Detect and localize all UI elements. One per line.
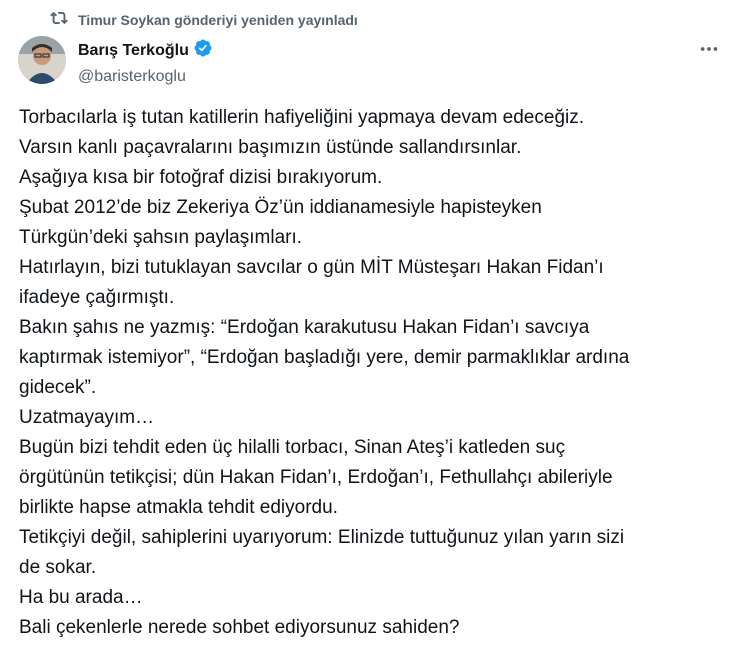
tweet-text-line: Bakın şahıs ne yazmış: “Erdoğan karakutu…	[19, 317, 590, 338]
author-handle[interactable]: @baristerkoglu	[78, 68, 213, 86]
tweet-text-line: ifadeye çağırmıştı.	[19, 287, 175, 308]
tweet-text-line: birlikte hapse atmakla tehdit ediyordu.	[19, 497, 338, 518]
verified-badge-icon[interactable]	[193, 38, 213, 63]
tweet-text-line: Ha bu arada…	[19, 587, 143, 608]
tweet-text-line: Varsın kanlı paçavralarını başımızın üst…	[19, 137, 522, 158]
tweet-text-line: Bugün bizi tehdit eden üç hilalli torbac…	[19, 437, 566, 458]
tweet-text-line: de sokar.	[19, 557, 97, 578]
tweet-text-line: Tetikçiyi değil, sahiplerini uyarıyorum:…	[19, 527, 625, 548]
tweet-text-line: örgütünün tetikçisi; dün Hakan Fidan’ı, …	[19, 467, 613, 488]
tweet-text-line: Bali çekenlerle nerede sohbet ediyorsunu…	[19, 617, 460, 638]
author-info: Barış Terkoğlu @baristerkoglu	[78, 38, 213, 86]
tweet-text-line: Türkgün’deki şahsın paylaşımları.	[19, 227, 303, 248]
tweet-text-line: Uzatmayayım…	[19, 407, 155, 428]
tweet-text-line: kaptırmak istemiyor”, “Erdoğan başladığı…	[19, 347, 630, 368]
tweet-text: Torbacılarla iş tutan katillerin hafiyel…	[19, 103, 723, 643]
more-options-button[interactable]	[695, 38, 723, 60]
repost-text: Timur Soykan gönderiyi yeniden yayınladı	[78, 11, 358, 28]
tweet[interactable]: Timur Soykan gönderiyi yeniden yayınladı…	[0, 0, 737, 648]
repost-icon	[50, 9, 68, 30]
tweet-text-line: Hatırlayın, bizi tutuklayan savcılar o g…	[19, 257, 604, 278]
more-icon	[700, 47, 718, 51]
tweet-text-line: Şubat 2012’de biz Zekeriya Öz’ün iddiana…	[19, 197, 542, 218]
tweet-text-line: gidecek”.	[19, 377, 97, 398]
repost-indicator[interactable]: Timur Soykan gönderiyi yeniden yayınladı	[50, 9, 358, 30]
tweet-text-line: Torbacılarla iş tutan katillerin hafiyel…	[19, 107, 585, 128]
tweet-text-line: Aşağıya kısa bir fotoğraf dizisi bırakıy…	[19, 167, 383, 188]
avatar[interactable]	[18, 36, 66, 84]
author-name[interactable]: Barış Terkoğlu	[78, 42, 189, 60]
